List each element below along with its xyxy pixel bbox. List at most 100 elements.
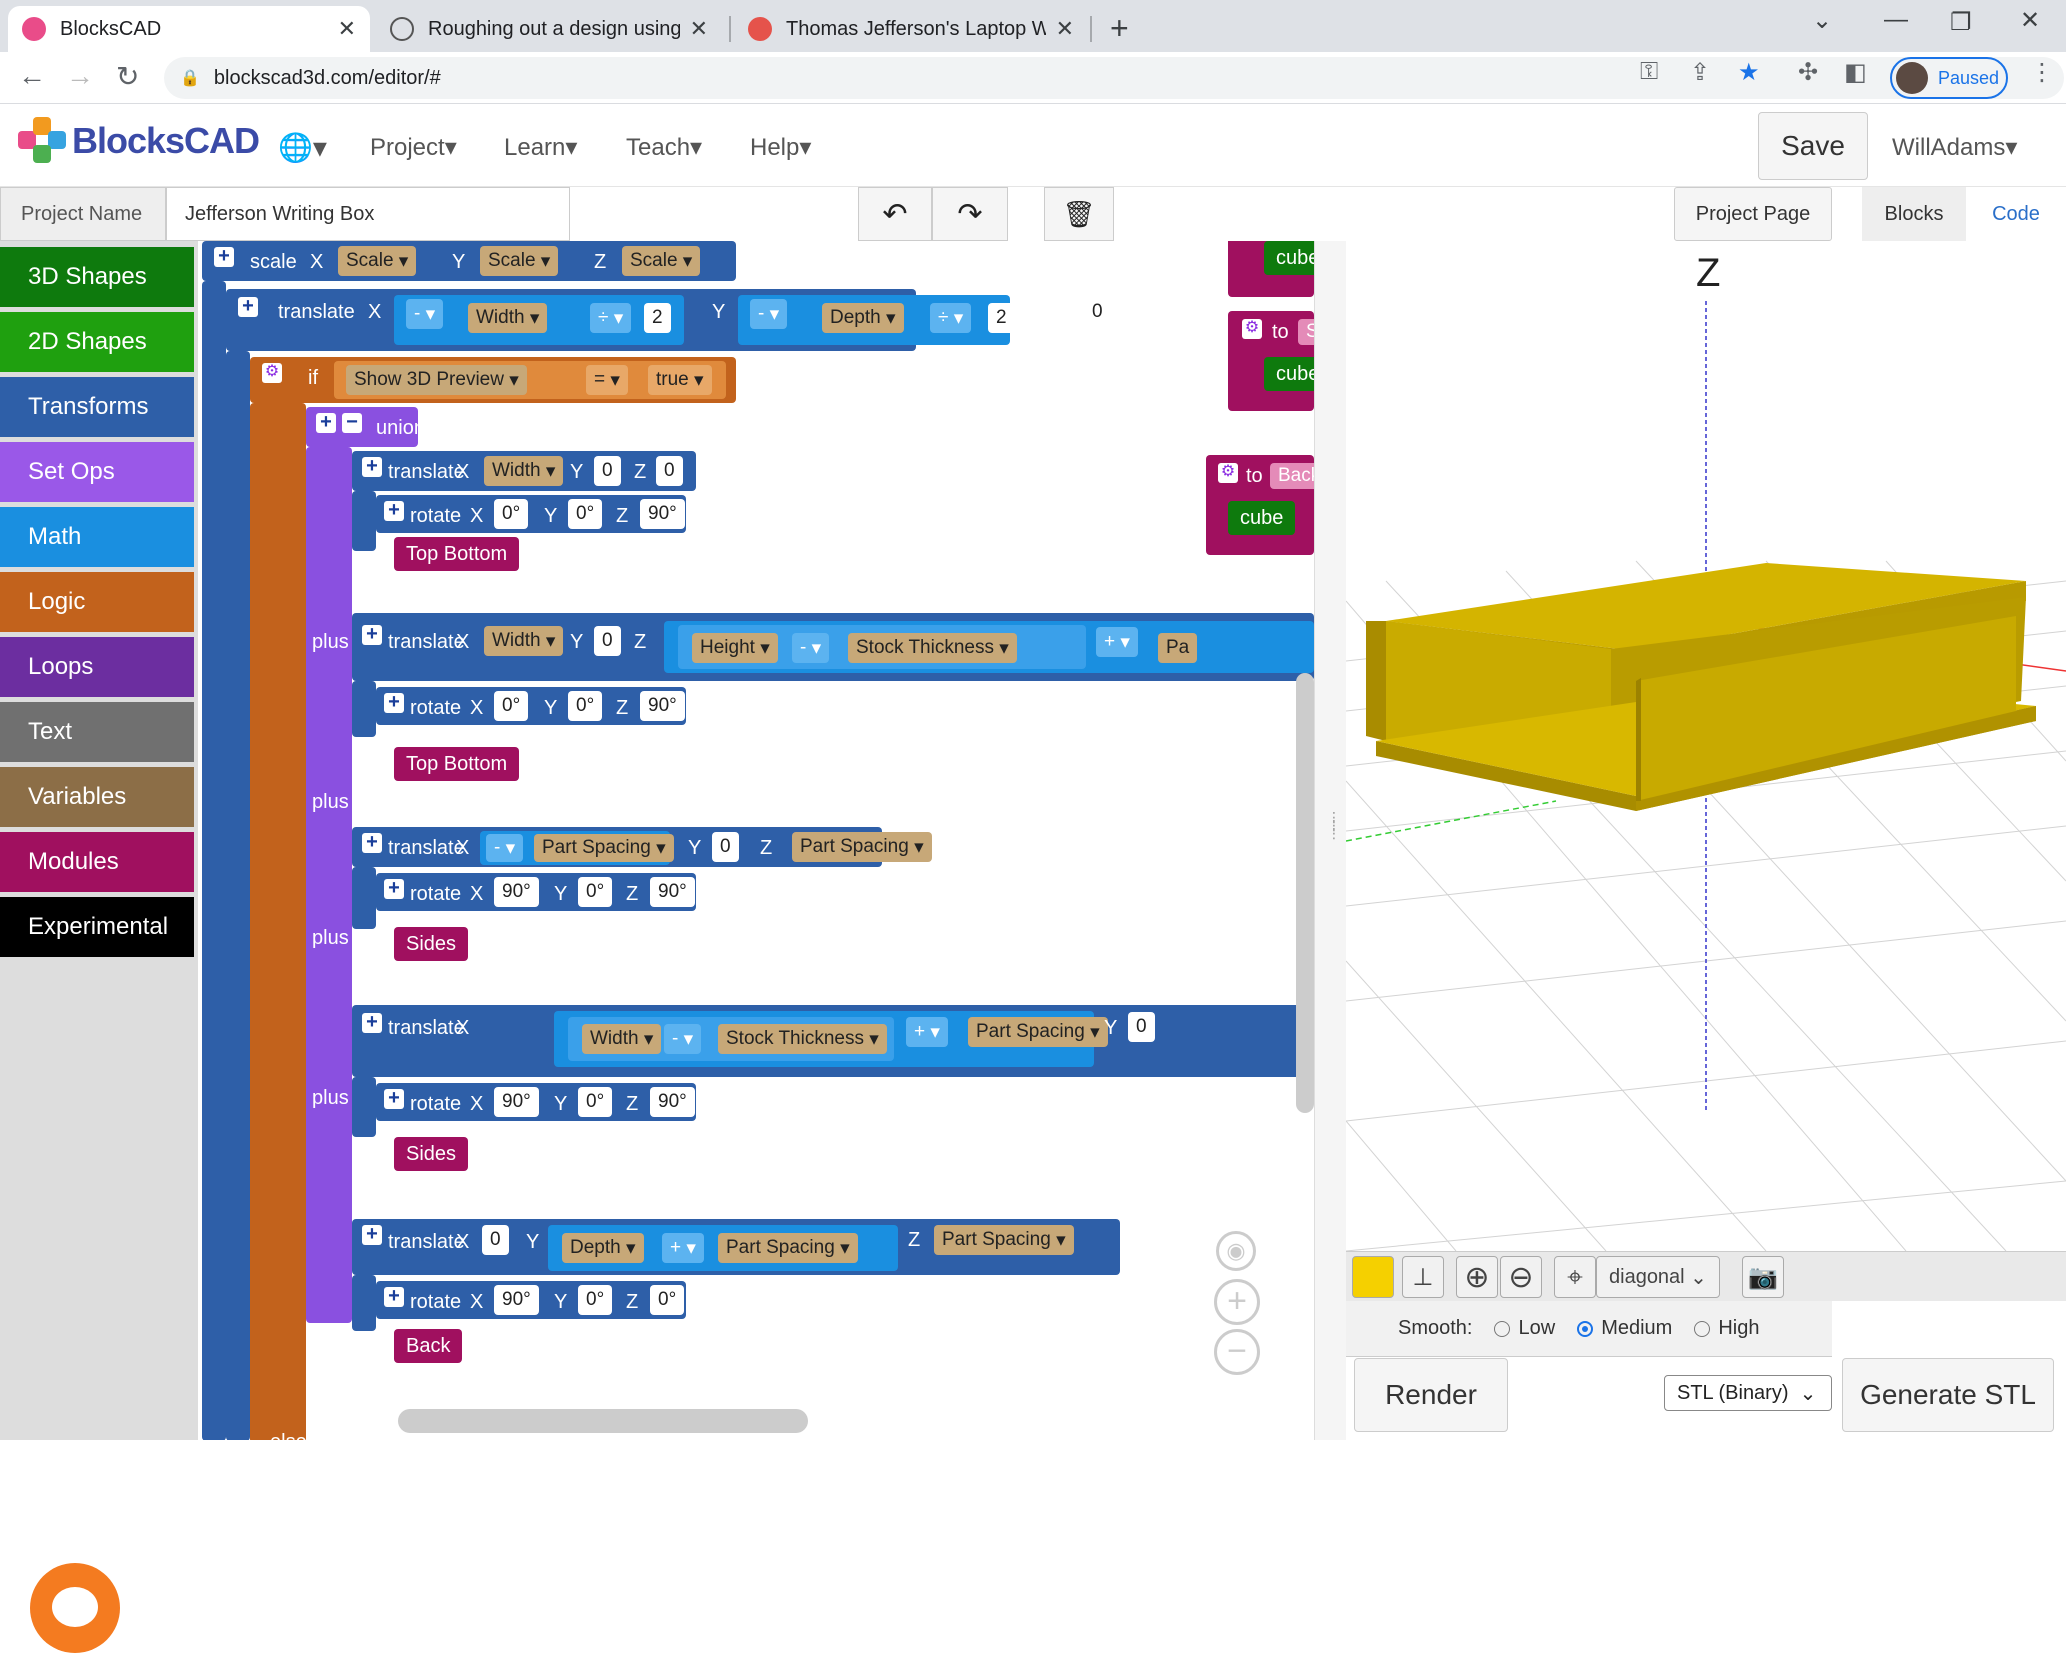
forward-arrow-icon[interactable]: → <box>66 60 94 92</box>
angle-field[interactable]: 0° <box>578 1285 613 1315</box>
op-dropdown[interactable]: - ▾ <box>406 299 444 329</box>
op-dropdown[interactable]: - ▾ <box>792 633 830 663</box>
share-icon[interactable]: ⇪ <box>1690 58 1710 87</box>
op-dropdown[interactable]: - ▾ <box>486 834 524 862</box>
var-width[interactable]: Width ▾ <box>484 456 564 486</box>
language-globe-icon[interactable]: 🌐▾ <box>278 131 327 164</box>
zoom-out-icon[interactable]: − <box>1214 1329 1260 1375</box>
user-menu[interactable]: WillAdams▾ <box>1892 133 2017 162</box>
angle-field[interactable]: 0° <box>494 691 529 721</box>
category-loops[interactable]: Loops <box>0 637 194 697</box>
expand-plus-icon[interactable]: + <box>362 1224 382 1245</box>
var-width[interactable]: Width ▾ <box>468 303 548 333</box>
expand-plus-icon[interactable]: + <box>316 412 336 433</box>
generate-stl-button[interactable]: Generate STL <box>1842 1358 2054 1432</box>
angle-field[interactable]: 0° <box>568 499 603 529</box>
expand-plus-icon[interactable]: + <box>362 832 382 853</box>
browser-menu-icon[interactable]: ⋮ <box>2030 58 2054 87</box>
op-dropdown[interactable]: - ▾ <box>664 1024 702 1054</box>
pane-splitter[interactable]: ⋮ ⋮ ⋮ <box>1314 241 1346 1440</box>
var-part-spacing[interactable]: Part Spacing ▾ <box>792 832 932 862</box>
blockscad-logo[interactable]: BlocksCAD <box>18 117 260 165</box>
new-tab-icon[interactable]: + <box>1110 10 1129 47</box>
op-dropdown[interactable]: = ▾ <box>586 365 628 395</box>
var-depth[interactable]: Depth ▾ <box>562 1233 644 1263</box>
tab-close-icon[interactable]: ✕ <box>690 16 708 42</box>
export-format-select[interactable]: STL (Binary) ⌄ <box>1664 1375 1832 1411</box>
collapse-minus-icon[interactable]: − <box>342 412 362 433</box>
menu-teach[interactable]: Teach▾ <box>626 133 702 162</box>
angle-field[interactable]: 90° <box>494 877 539 907</box>
var-scale[interactable]: Scale ▾ <box>622 246 701 276</box>
angle-field[interactable]: 0° <box>578 877 613 907</box>
smooth-medium-radio[interactable] <box>1577 1320 1594 1337</box>
side-panel-icon[interactable]: ◧ <box>1844 58 1867 87</box>
var-show-3d-preview[interactable]: Show 3D Preview ▾ <box>346 365 527 395</box>
horizontal-scrollbar[interactable] <box>398 1409 808 1433</box>
reload-icon[interactable]: ↻ <box>116 60 139 93</box>
expand-plus-icon[interactable]: + <box>362 456 382 477</box>
gear-icon[interactable]: ⚙ <box>1218 463 1238 483</box>
minimize-icon[interactable]: — <box>1884 6 1908 34</box>
profile-button[interactable]: Paused <box>1890 57 2008 99</box>
var-part-spacing[interactable]: Part Spacing ▾ <box>934 1225 1074 1255</box>
back-arrow-icon[interactable]: ← <box>18 60 46 92</box>
angle-field[interactable]: 90° <box>650 1087 695 1117</box>
angle-field[interactable]: 0° <box>650 1285 685 1315</box>
angle-field[interactable]: 90° <box>640 499 685 529</box>
expand-plus-icon[interactable]: + <box>238 296 258 317</box>
var-scale[interactable]: Scale ▾ <box>480 246 559 276</box>
op-dropdown[interactable]: ÷ ▾ <box>590 303 632 333</box>
bool-true[interactable]: true ▾ <box>648 365 712 395</box>
recenter-icon[interactable]: ◉ <box>1216 1231 1256 1271</box>
restore-icon[interactable]: ❐ <box>1950 8 1972 37</box>
category-modules[interactable]: Modules <box>0 832 194 892</box>
op-dropdown[interactable]: - ▾ <box>750 299 788 329</box>
expand-plus-icon[interactable]: + <box>384 1286 404 1307</box>
var-stock-thickness[interactable]: Stock Thickness ▾ <box>718 1024 887 1054</box>
zoom-in-icon[interactable]: + <box>1214 1279 1260 1325</box>
expand-plus-icon[interactable]: + <box>384 1088 404 1109</box>
angle-field[interactable]: 90° <box>494 1285 539 1315</box>
call-sides[interactable]: Sides <box>394 1137 469 1171</box>
color-swatch[interactable] <box>1352 1256 1394 1298</box>
zoom-in-icon[interactable]: ⊕ <box>1456 1256 1498 1298</box>
expand-plus-icon[interactable]: + <box>362 624 382 645</box>
angle-field[interactable]: 0° <box>568 691 603 721</box>
url-bar[interactable]: 🔒 blockscad3d.com/editor/# <box>164 57 2064 99</box>
render-button[interactable]: Render <box>1354 1358 1508 1432</box>
angle-field[interactable]: 90° <box>640 691 685 721</box>
delete-button[interactable]: 🗑 <box>1044 187 1114 241</box>
expand-plus-icon[interactable]: + <box>362 1012 382 1033</box>
chat-launcher-button[interactable] <box>30 1563 120 1653</box>
key-icon[interactable]: ⚿ <box>1640 58 1658 86</box>
category-transforms[interactable]: Transforms <box>0 377 194 437</box>
gear-icon[interactable]: ⚙ <box>262 363 282 383</box>
project-name-input[interactable]: Jefferson Writing Box <box>166 187 570 241</box>
save-button[interactable]: Save <box>1758 112 1868 180</box>
category-3d-shapes[interactable]: 3D Shapes <box>0 247 194 307</box>
category-math[interactable]: Math <box>0 507 194 567</box>
var-part-spacing[interactable]: Part Spacing ▾ <box>534 834 674 862</box>
var-height[interactable]: Height ▾ <box>692 633 778 663</box>
3d-viewer[interactable]: Z <box>1346 241 2066 1251</box>
category-experimental[interactable]: Experimental <box>0 897 194 957</box>
zoom-out-icon[interactable]: ⊖ <box>1500 1256 1542 1298</box>
browser-tab-roughing[interactable]: Roughing out a design using Blo ✕ <box>376 6 722 52</box>
expand-plus-icon[interactable]: + <box>384 878 404 899</box>
number-field[interactable]: 0 <box>594 626 621 656</box>
var-depth[interactable]: Depth ▾ <box>822 303 904 333</box>
browser-tab-blockscad[interactable]: BlocksCAD ✕ <box>8 6 370 52</box>
cube-block[interactable]: cube <box>1228 501 1296 535</box>
module-name[interactable]: S <box>1298 319 1314 345</box>
extensions-icon[interactable]: ✣ <box>1798 58 1818 87</box>
call-top-bottom[interactable]: Top Bottom <box>394 747 520 781</box>
call-sides[interactable]: Sides <box>394 927 469 961</box>
gear-icon[interactable]: ⚙ <box>1242 319 1262 339</box>
tab-blocks[interactable]: Blocks <box>1862 187 1966 241</box>
menu-project[interactable]: Project▾ <box>370 133 457 162</box>
undo-button[interactable]: ↶ <box>858 187 932 241</box>
recenter-icon[interactable]: ⌖ <box>1554 1256 1596 1298</box>
number-field[interactable]: 0 <box>1084 297 1111 327</box>
angle-field[interactable]: 90° <box>494 1087 539 1117</box>
